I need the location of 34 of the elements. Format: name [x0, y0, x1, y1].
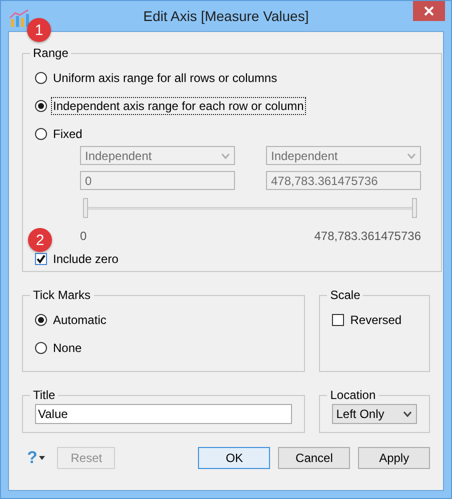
radio-label[interactable]: None	[51, 339, 84, 357]
radio-label[interactable]: Independent axis range for each row or column	[51, 97, 306, 115]
radio-button[interactable]	[35, 72, 47, 84]
dialog-button[interactable]: Apply	[358, 447, 430, 469]
group-label: Scale	[329, 288, 362, 302]
checkbox[interactable]	[35, 253, 47, 265]
dialog-button[interactable]: Cancel	[278, 447, 350, 469]
caret-icon	[221, 152, 230, 158]
radio-button[interactable]	[35, 100, 47, 112]
location-dropdown[interactable]: Left Only	[332, 404, 417, 424]
checkbox-label[interactable]: Include zero	[51, 250, 120, 268]
caret-icon	[403, 411, 412, 417]
min-label: 0	[80, 229, 87, 243]
radio-button[interactable]	[35, 342, 47, 354]
group-label: Range	[32, 46, 70, 60]
group-label: Tick Marks	[32, 288, 92, 302]
checkbox[interactable]	[332, 314, 344, 326]
window-title: Edit Axis [Measure Values]	[143, 8, 309, 24]
caret-icon	[407, 152, 416, 158]
radio-label[interactable]: Uniform axis range for all rows or columns	[51, 69, 280, 87]
close-icon	[424, 6, 434, 16]
radio-button[interactable]	[35, 128, 47, 140]
caret-icon	[39, 456, 46, 460]
radio-label[interactable]: Fixed	[51, 125, 84, 143]
radio-button[interactable]	[35, 314, 47, 326]
chart-icon	[9, 9, 29, 27]
max-label: 478,783.361475736	[314, 229, 421, 243]
group-label: Title	[32, 388, 56, 402]
close-button[interactable]	[413, 1, 445, 21]
group-label: Location	[329, 388, 377, 402]
dialog-button[interactable]: OK	[198, 447, 270, 469]
checkbox-label[interactable]: Reversed	[348, 311, 404, 329]
radio-label[interactable]: Automatic	[51, 311, 108, 329]
title-field[interactable]: Value	[35, 404, 292, 424]
